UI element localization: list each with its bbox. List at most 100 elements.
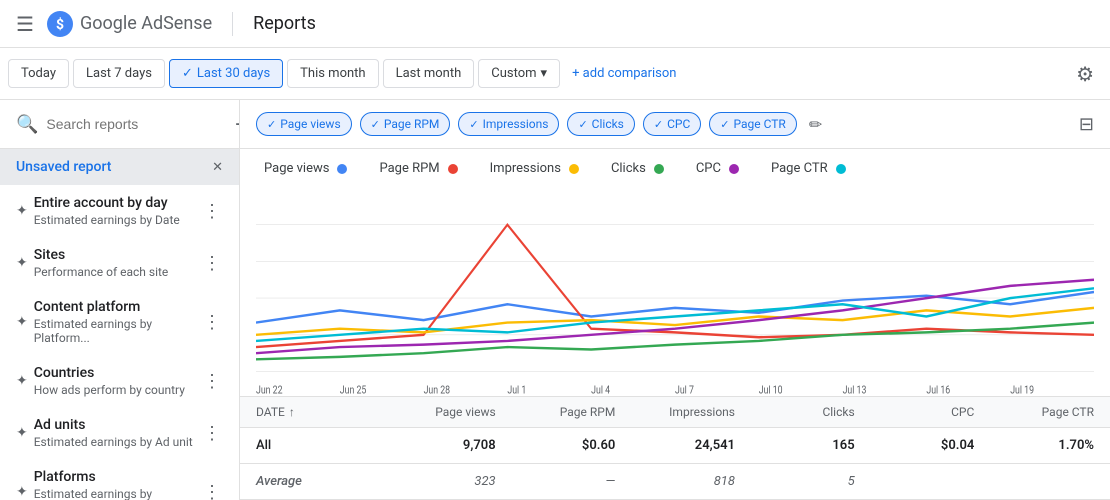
legend-dot-page-ctr [836,164,846,174]
table-row: All 9,708 $0.60 24,541 165 $0.04 1.70% [240,428,1110,464]
menu-icon[interactable]: ☰ [16,12,34,36]
sidebar-item-title: Entire account by day [34,195,180,211]
sparkle-icon: ✦ [16,255,28,271]
legend-label: Page views [264,161,329,176]
search-bar: 🔍 + [0,100,239,149]
filter-icon[interactable]: ⊟ [1079,114,1094,135]
chart-legend: Page views Page RPM Impressions Clicks C… [240,149,1110,188]
add-comparison-btn[interactable]: + add comparison [564,60,684,87]
col-clicks[interactable]: Clicks [735,405,855,419]
svg-text:Jul 16: Jul 16 [926,385,950,396]
legend-label: CPC [696,161,721,176]
svg-text:Jul 1: Jul 1 [507,385,526,396]
date-btn-lastmonth[interactable]: Last month [383,59,475,88]
cell-page-views: 323 [376,474,496,489]
date-btn-today[interactable]: Today [8,59,69,88]
sidebar-item-title: Ad units [34,417,193,433]
checkmark-icon: ✓ [182,66,193,81]
date-btn-custom[interactable]: Custom ▾ [478,59,560,88]
cell-cpc: $0.04 [855,438,975,453]
sidebar: 🔍 + Unsaved report ✕ ✦ Entire account by… [0,100,240,500]
date-btn-last30[interactable]: ✓ Last 30 days [169,59,283,88]
chip-clicks[interactable]: ✓ Clicks [567,112,634,136]
checkmark-icon: ✓ [267,118,276,131]
cell-date: All [256,438,376,453]
svg-text:Jul 10: Jul 10 [759,385,783,396]
chip-label: CPC [667,117,690,131]
line-chart: Jun 22 Jun 25 Jun 28 Jul 1 Jul 4 Jul 7 J… [256,188,1094,396]
chip-impressions[interactable]: ✓ Impressions [458,112,559,136]
legend-item-impressions: Impressions [490,161,579,176]
sidebar-item-title: Sites [34,247,169,263]
legend-dot-cpc [729,164,739,174]
chip-label: Page RPM [384,117,440,131]
legend-item-page-ctr: Page CTR [771,161,846,176]
sidebar-item-entire-account[interactable]: ✦ Entire account by day Estimated earnin… [0,185,239,237]
more-icon[interactable]: ⋮ [201,369,223,394]
more-icon[interactable]: ⋮ [201,310,223,335]
date-filter-bar: Today Last 7 days ✓ Last 30 days This mo… [0,48,1110,100]
svg-text:Jun 28: Jun 28 [424,385,451,396]
cell-page-rpm: $0.60 [496,438,616,453]
sidebar-item-content-platform[interactable]: ✦ Content platform Estimated earnings by… [0,289,239,355]
search-input[interactable] [46,116,227,132]
chip-label: Page CTR [734,117,786,131]
cell-clicks: 165 [735,438,855,453]
date-btn-last7[interactable]: Last 7 days [73,59,165,88]
sidebar-item-title: Platforms [34,469,201,485]
sidebar-item-unsaved[interactable]: Unsaved report ✕ [0,149,239,185]
sparkle-icon: ✦ [16,314,28,330]
logo: $ Google AdSense [46,10,212,38]
table-row: Average 323 — 818 5 [240,464,1110,500]
sidebar-item-subtitle: Performance of each site [34,265,169,279]
sidebar-item-ad-units[interactable]: ✦ Ad units Estimated earnings by Ad unit… [0,407,239,459]
col-date[interactable]: DATE ↑ [256,405,376,419]
cell-impressions: 818 [615,474,735,489]
cell-page-ctr [974,474,1094,489]
edit-columns-icon[interactable]: ✏ [809,115,822,134]
svg-text:Jun 25: Jun 25 [340,385,367,396]
chip-cpc[interactable]: ✓ CPC [643,112,701,136]
main-layout: 🔍 + Unsaved report ✕ ✦ Entire account by… [0,100,1110,500]
legend-item-page-views: Page views [264,161,347,176]
more-icon[interactable]: ⋮ [201,199,223,224]
more-icon[interactable]: ⋮ [201,480,223,500]
chevron-down-icon: ▾ [541,66,548,81]
svg-text:Jul 19: Jul 19 [1010,385,1034,396]
data-table: DATE ↑ Page views Page RPM Impressions C… [240,396,1110,500]
header-divider [232,12,233,36]
more-icon[interactable]: ⋮ [201,421,223,446]
more-icon[interactable]: ⋮ [201,251,223,276]
col-cpc[interactable]: CPC [855,405,975,419]
cell-page-ctr: 1.70% [974,438,1094,453]
chip-page-rpm[interactable]: ✓ Page RPM [360,112,451,136]
svg-text:Jul 7: Jul 7 [675,385,694,396]
col-page-ctr[interactable]: Page CTR [974,405,1094,419]
sidebar-item-subtitle: Estimated earnings by Ad unit [34,435,193,449]
legend-dot-impressions [569,164,579,174]
sidebar-item-countries[interactable]: ✦ Countries How ads perform by country ⋮ [0,355,239,407]
date-btn-thismonth[interactable]: This month [287,59,378,88]
sidebar-item-sites[interactable]: ✦ Sites Performance of each site ⋮ [0,237,239,289]
filter-chips-bar: ✓ Page views ✓ Page RPM ✓ Impressions ✓ … [240,100,1110,149]
chip-label: Clicks [592,117,624,131]
chip-label: Impressions [483,117,549,131]
table-header: DATE ↑ Page views Page RPM Impressions C… [240,397,1110,428]
legend-dot-page-views [337,164,347,174]
settings-icon[interactable]: ⚙ [1076,62,1094,86]
col-page-rpm[interactable]: Page RPM [496,405,616,419]
col-page-views[interactable]: Page views [376,405,496,419]
sidebar-item-title: Countries [34,365,185,381]
col-impressions[interactable]: Impressions [615,405,735,419]
legend-label: Clicks [611,161,646,176]
sidebar-item-subtitle: Estimated earnings by Platform [34,487,201,500]
cell-page-views: 9,708 [376,438,496,453]
chip-page-ctr[interactable]: ✓ Page CTR [709,112,797,136]
checkmark-icon: ✓ [469,118,478,131]
sparkle-icon: ✦ [16,373,28,389]
chart-area: Jun 22 Jun 25 Jun 28 Jul 1 Jul 4 Jul 7 J… [240,188,1110,396]
sidebar-item-platforms[interactable]: ✦ Platforms Estimated earnings by Platfo… [0,459,239,500]
close-icon[interactable]: ✕ [212,160,223,175]
chip-page-views[interactable]: ✓ Page views [256,112,352,136]
checkmark-icon: ✓ [578,118,587,131]
